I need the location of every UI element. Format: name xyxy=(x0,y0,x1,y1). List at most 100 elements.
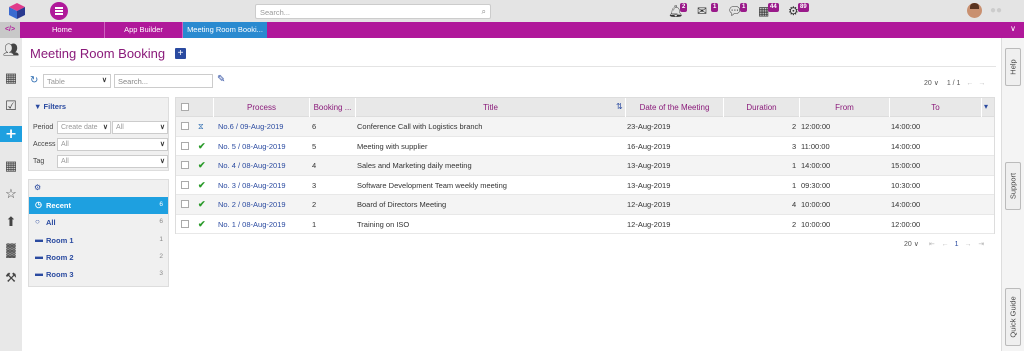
sort-icon[interactable]: ⇅ xyxy=(616,102,623,111)
calendar-nav-icon[interactable]: ▦ xyxy=(3,70,19,86)
tab-code[interactable]: </> xyxy=(0,22,20,38)
table-row[interactable]: ✔ No. 1 / 08-Aug-2019 1 Training on ISO 12-A… xyxy=(176,215,994,234)
table-row[interactable]: ✔ No. 4 / 08-Aug-2019 4 Sales and Marketing… xyxy=(176,156,994,176)
process-link[interactable]: No. 4 / 08-Aug-2019 xyxy=(218,156,286,175)
prev-page-icon[interactable]: ← xyxy=(942,241,949,248)
column-header-to[interactable]: To xyxy=(890,98,982,117)
table-row[interactable]: ✔ No. 2 / 08-Aug-2019 2 Board of Directors … xyxy=(176,195,994,215)
filters-title: Filters xyxy=(43,102,67,111)
table-row[interactable]: ✔ No. 3 / 08-Aug-2019 3 Software Developmen… xyxy=(176,176,994,195)
top-pager: 20 ∨ 1 / 1 ← → xyxy=(924,79,985,87)
group-recent[interactable]: ◷ Recent 6 xyxy=(29,197,168,214)
tab-home[interactable]: Home xyxy=(20,22,105,38)
group-count: 1 xyxy=(159,236,163,243)
add-record-button[interactable]: + xyxy=(175,48,186,59)
pin-icon[interactable]: ▾ xyxy=(984,102,988,111)
group-label: Room 3 xyxy=(46,270,74,279)
group-room-1[interactable]: ▬ Room 1 1 xyxy=(29,232,168,249)
groups-panel: ⚙ ◷ Recent 6 ○ All 6 ▬ Room 1 1 ▬ Room 2… xyxy=(28,179,169,287)
select-all-checkbox[interactable] xyxy=(181,103,189,111)
group-room-3[interactable]: ▬ Room 3 3 xyxy=(29,266,168,283)
process-link[interactable]: No.6 / 09-Aug-2019 xyxy=(218,117,283,136)
column-header-process[interactable]: Process xyxy=(214,98,310,117)
row-checkbox[interactable] xyxy=(181,141,189,150)
view-select[interactable]: Table ∨ xyxy=(43,74,111,88)
column-header-title[interactable]: Title xyxy=(356,98,626,117)
quick-guide-tab-label: Quick Guide xyxy=(1008,296,1018,338)
clock-icon: ◷ xyxy=(35,200,42,209)
first-page-icon[interactable]: ⇤ xyxy=(929,241,935,248)
booking-cell: 6 xyxy=(312,122,317,131)
column-header-from[interactable]: From xyxy=(800,98,890,117)
add-app-icon[interactable]: ➕︎ xyxy=(0,126,22,142)
global-search-input[interactable]: Search... ⌕ xyxy=(255,4,491,19)
tab-app-builder[interactable]: App Builder xyxy=(105,22,183,38)
row-checkbox[interactable] xyxy=(181,219,189,228)
group-count: 6 xyxy=(159,201,163,208)
gear-icon[interactable]: ⚙ xyxy=(34,183,41,192)
table-row[interactable]: ⧖ No.6 / 09-Aug-2019 6 Conference Call with… xyxy=(176,117,994,137)
hourglass-icon: ⧖ xyxy=(198,122,204,131)
row-checkbox[interactable] xyxy=(181,122,189,130)
group-count: 2 xyxy=(159,253,163,260)
user-avatar[interactable] xyxy=(967,3,982,18)
column-header-booking[interactable]: Booking ... xyxy=(310,98,356,117)
bottom-pager: 20 ∨ ⇤ ← 1 → ⇥ xyxy=(904,240,984,248)
app-logo[interactable] xyxy=(8,2,26,20)
star-icon[interactable]: ☆ xyxy=(3,186,19,202)
group-count: 3 xyxy=(159,270,163,277)
prev-page-icon[interactable]: ← xyxy=(966,80,973,87)
quick-guide-tab[interactable]: Quick Guide xyxy=(1005,288,1021,346)
row-checkbox[interactable] xyxy=(181,180,189,189)
period-range-select[interactable]: All ∨ xyxy=(112,121,168,134)
chevron-down-icon: ∨ xyxy=(159,141,165,148)
dashboard-icon[interactable]: ▦ xyxy=(3,158,19,174)
users-icon[interactable]: 👥︎ xyxy=(3,42,20,58)
process-link[interactable]: No. 3 / 08-Aug-2019 xyxy=(218,176,286,195)
current-page[interactable]: 1 xyxy=(955,241,959,248)
support-tab-label: Support xyxy=(1008,172,1018,200)
process-link[interactable]: No. 1 / 08-Aug-2019 xyxy=(218,215,286,234)
tag-select[interactable]: All ∨ xyxy=(57,155,168,168)
main-menu-button[interactable] xyxy=(50,2,68,20)
edit-icon[interactable]: ✎ xyxy=(217,74,225,85)
access-select[interactable]: All ∨ xyxy=(57,138,168,151)
tag-value: All xyxy=(61,158,69,165)
upload-icon[interactable]: ⬆ xyxy=(3,214,19,230)
check-icon: ✔ xyxy=(198,199,206,209)
column-header-date[interactable]: Date of the Meeting xyxy=(626,98,724,117)
help-tab[interactable]: Help xyxy=(1005,48,1021,86)
tab-meeting-room-booking[interactable]: Meeting Room Booki... xyxy=(183,22,267,38)
period-label: Period xyxy=(33,124,54,131)
chart-icon[interactable]: ▓ xyxy=(3,242,19,258)
group-label: Room 1 xyxy=(46,236,74,245)
table-row[interactable]: ✔ No. 5 / 08-Aug-2019 5 Meeting with suppli… xyxy=(176,137,994,156)
checklist-icon[interactable]: ☑ xyxy=(3,98,19,114)
group-all[interactable]: ○ All 6 xyxy=(29,214,168,231)
group-room-2[interactable]: ▬ Room 2 2 xyxy=(29,249,168,266)
tools-icon[interactable]: ⚒ xyxy=(3,270,19,286)
process-link[interactable]: No. 5 / 08-Aug-2019 xyxy=(218,137,286,156)
chevron-down-icon: ∨ xyxy=(101,77,107,84)
column-header-duration[interactable]: Duration xyxy=(724,98,800,117)
search-input[interactable]: Search... xyxy=(114,74,213,88)
row-checkbox[interactable] xyxy=(181,200,189,208)
refresh-icon[interactable]: ↻ xyxy=(30,75,38,86)
support-tab[interactable]: Support xyxy=(1005,162,1021,210)
chat-bubbles-icon[interactable]: ●● xyxy=(990,5,1002,16)
filters-header[interactable]: ▼ Filters xyxy=(34,102,66,111)
booking-cell: 2 xyxy=(312,200,317,209)
group-label: Recent xyxy=(46,201,72,210)
search-icon[interactable]: ⌕ xyxy=(482,7,486,17)
process-link[interactable]: No. 2 / 08-Aug-2019 xyxy=(218,195,286,214)
page-size-select[interactable]: 20 xyxy=(904,241,912,248)
filter-icon: ▼ xyxy=(34,102,42,111)
row-checkbox[interactable] xyxy=(181,161,189,169)
period-date-select[interactable]: Create date ∨ xyxy=(57,121,111,134)
next-page-icon[interactable]: → xyxy=(978,80,985,87)
from-cell: 10:00:00 xyxy=(801,219,831,229)
next-page-icon[interactable]: → xyxy=(964,241,971,248)
page-size-select[interactable]: 20 xyxy=(924,80,932,87)
last-page-icon[interactable]: ⇥ xyxy=(978,241,984,248)
chevron-down-icon[interactable]: ∨ xyxy=(1010,24,1016,33)
